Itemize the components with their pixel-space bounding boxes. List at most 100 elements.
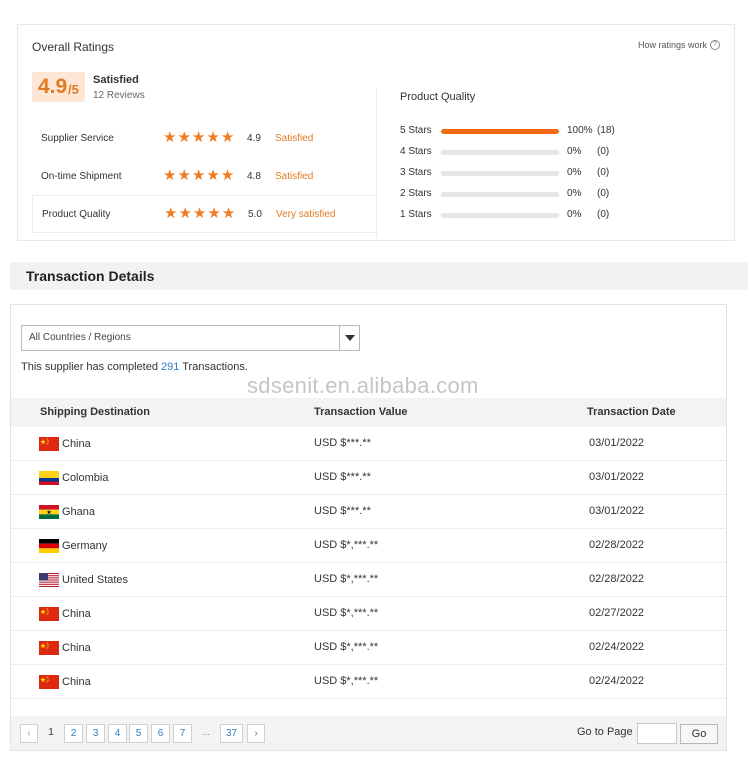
- overall-satisfaction: Satisfied: [93, 74, 139, 86]
- overall-score: 4.9: [38, 75, 68, 98]
- star-icon: ★: [177, 167, 191, 184]
- page-link[interactable]: 3: [86, 724, 105, 743]
- go-button[interactable]: Go: [680, 724, 718, 744]
- how-ratings-work-link[interactable]: How ratings work ?: [638, 40, 720, 50]
- china-flag-icon: [39, 675, 59, 689]
- progress-bar: [441, 213, 559, 218]
- shipping-destination: United States: [39, 573, 128, 587]
- page-link[interactable]: 4: [108, 724, 127, 743]
- china-flag-icon: [39, 607, 59, 621]
- star-level-label: 4 Stars: [400, 146, 432, 157]
- page-link[interactable]: 7: [173, 724, 192, 743]
- colombia-flag-icon: [39, 471, 59, 485]
- star-level-label: 5 Stars: [400, 125, 432, 136]
- star-icon: ★: [177, 129, 191, 146]
- sub-rating-label: On-time Shipment: [41, 170, 122, 182]
- table-row: United States USD $*,***.** 02/28/2022: [11, 563, 726, 597]
- transaction-date: 03/01/2022: [589, 471, 645, 483]
- sub-rating-row: On-time Shipment ★ ★ ★ ★ ★ 4.8 Satisfied: [32, 157, 378, 195]
- table-row: China USD $*,***.** 02/27/2022: [11, 597, 726, 631]
- star-rating: ★ ★ ★ ★ ★: [163, 167, 234, 184]
- transaction-table-body: China USD $***.** 03/01/2022 Colombia USD $*…: [11, 427, 726, 699]
- sub-rating-desc: Satisfied: [275, 170, 314, 182]
- star-icon: ★: [178, 205, 192, 222]
- caret-down-icon: [345, 335, 355, 341]
- transaction-value: USD $*,***.**: [314, 675, 379, 687]
- sub-rating-desc: Satisfied: [275, 132, 314, 144]
- star-icon: ★: [163, 167, 177, 184]
- progress-bar: [441, 150, 559, 155]
- transaction-value: USD $*,***.**: [314, 539, 379, 551]
- star-level-label: 1 Stars: [400, 209, 432, 220]
- page-link[interactable]: 6: [151, 724, 170, 743]
- star-icon: ★: [191, 167, 206, 184]
- ratings-panel: Overall Ratings How ratings work ? 4.9 /…: [17, 24, 735, 241]
- ghana-flag-icon: [39, 505, 59, 519]
- region-select-value: All Countries / Regions: [29, 332, 131, 343]
- page-link[interactable]: 2: [64, 724, 83, 743]
- product-quality-title: Product Quality: [400, 91, 476, 103]
- count-text: (0): [597, 167, 610, 178]
- transaction-value: USD $*,***.**: [314, 573, 379, 585]
- shipping-destination: Germany: [39, 539, 107, 553]
- table-row: Germany USD $*,***.** 02/28/2022: [11, 529, 726, 563]
- dropdown-arrow-button[interactable]: [339, 326, 359, 350]
- star-icon: ★: [206, 167, 220, 184]
- help-icon: ?: [710, 40, 720, 50]
- page-link-last[interactable]: 37: [220, 724, 243, 743]
- country-name: China: [62, 438, 91, 450]
- shipping-destination: Ghana: [39, 505, 95, 519]
- sub-rating-row-selected[interactable]: Product Quality ★ ★ ★ ★ ★ 5.0 Very satisfied: [32, 195, 378, 233]
- overall-score-suffix: /5: [68, 82, 79, 97]
- star-icon: ★: [191, 129, 206, 146]
- vertical-divider: [376, 89, 377, 239]
- table-row: Ghana USD $***.** 03/01/2022: [11, 495, 726, 529]
- prev-page-button[interactable]: ‹: [20, 724, 38, 743]
- transaction-date: 03/01/2022: [589, 437, 645, 449]
- percent-text: 0%: [567, 209, 582, 220]
- transaction-details-header: Transaction Details: [10, 262, 748, 290]
- sub-rating-score: 5.0: [248, 208, 262, 220]
- china-flag-icon: [39, 437, 59, 451]
- page-current: 1: [48, 727, 54, 738]
- table-row: China USD $***.** 03/01/2022: [11, 427, 726, 461]
- review-count: 12 Reviews: [93, 90, 145, 101]
- country-name: China: [62, 608, 91, 620]
- transaction-date: 02/24/2022: [589, 675, 645, 687]
- count-text: (0): [597, 146, 610, 157]
- sub-rating-label: Supplier Service: [41, 132, 114, 144]
- country-name: Germany: [62, 540, 108, 552]
- region-select[interactable]: All Countries / Regions: [21, 325, 360, 351]
- shipping-destination: China: [39, 641, 91, 655]
- shipping-destination: China: [39, 607, 91, 621]
- star-breakdown-row: 1 Stars 0% (0): [400, 205, 640, 226]
- table-header: Shipping Destination Transaction Value T…: [11, 398, 726, 427]
- transaction-panel: All Countries / Regions This supplier ha…: [10, 304, 727, 751]
- sub-rating-score: 4.8: [247, 170, 261, 182]
- table-row: China USD $*,***.** 02/24/2022: [11, 665, 726, 699]
- star-breakdown-row: 5 Stars 100% (18): [400, 121, 640, 142]
- progress-bar: [441, 192, 559, 197]
- sub-rating-score: 4.9: [247, 132, 261, 144]
- country-name: China: [62, 676, 91, 688]
- next-page-button[interactable]: ›: [247, 724, 265, 743]
- sub-ratings-list: Supplier Service ★ ★ ★ ★ ★ 4.9 Satisfied On-…: [32, 119, 378, 233]
- table-row: Colombia USD $***.** 03/01/2022: [11, 461, 726, 495]
- transaction-value: USD $***.**: [314, 505, 371, 517]
- count-text: (18): [597, 125, 615, 136]
- pagination-ellipsis: ...: [201, 727, 211, 738]
- star-icon: ★: [163, 129, 177, 146]
- overall-score-badge: 4.9 /5: [32, 72, 85, 102]
- goto-page-input[interactable]: [637, 723, 677, 744]
- star-icon: ★: [221, 205, 236, 222]
- germany-flag-icon: [39, 539, 59, 553]
- transaction-date: 02/28/2022: [589, 539, 645, 551]
- watermark: sdsenit.en.alibaba.com: [247, 373, 479, 398]
- transaction-date: 02/28/2022: [589, 573, 645, 585]
- percent-text: 100%: [567, 125, 593, 136]
- ratings-title: Overall Ratings: [32, 40, 115, 54]
- transaction-value: USD $***.**: [314, 471, 371, 483]
- progress-bar: [441, 171, 559, 176]
- count-text: (0): [597, 188, 610, 199]
- page-link[interactable]: 5: [129, 724, 148, 743]
